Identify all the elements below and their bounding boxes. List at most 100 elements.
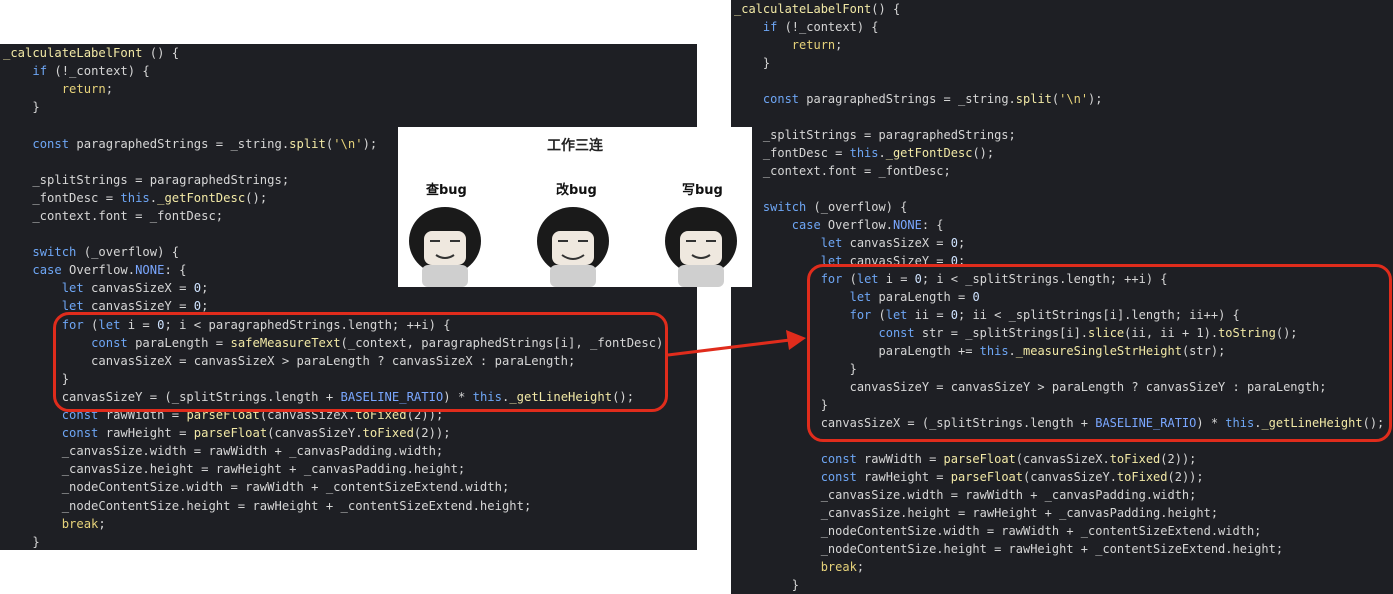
code-line: _canvasSize.width = rawWidth + _canvasPa… xyxy=(734,486,1197,504)
code-token: _nodeContentSize.width = rawWidth + _con… xyxy=(734,524,1262,538)
code-token: } xyxy=(734,578,800,592)
code-token: const xyxy=(61,426,99,441)
code-token: rawHeight = xyxy=(856,470,951,484)
code-token: 0 xyxy=(950,236,958,250)
code-line: _nodeContentSize.width = rawWidth + _con… xyxy=(734,522,1262,540)
code-token: (); xyxy=(245,190,268,205)
code-token: '\n' xyxy=(333,136,363,151)
code-token: _canvasSize.width = rawWidth + _canvasPa… xyxy=(3,444,444,459)
meme-label-check: 查bug xyxy=(426,183,467,198)
code-token: ; xyxy=(98,516,106,531)
code-line: switch (_overflow) { xyxy=(734,198,908,216)
code-token: case xyxy=(32,263,62,278)
code-token: ; xyxy=(835,38,843,52)
code-token: . xyxy=(878,146,886,160)
code-token: case xyxy=(791,218,821,232)
code-token: _getFontDesc xyxy=(885,146,973,160)
code-token: (2)); xyxy=(1167,470,1204,484)
code-line: const rawWidth = parseFloat(canvasSizeX.… xyxy=(734,450,1197,468)
code-line: _canvasSize.width = rawWidth + _canvasPa… xyxy=(3,442,444,460)
code-token: _calculateLabelFont xyxy=(3,46,143,60)
code-token: ); xyxy=(362,136,378,151)
code-token: : { xyxy=(921,218,944,232)
code-token: parseFloat xyxy=(950,470,1023,484)
code-token: () { xyxy=(871,2,901,16)
code-line: _fontDesc = this._getFontDesc(); xyxy=(3,189,267,207)
code-token: ); xyxy=(1088,92,1103,106)
code-token: (!_context) { xyxy=(47,64,150,79)
code-token: const xyxy=(820,470,857,484)
code-token: } xyxy=(3,534,40,549)
code-line: return; xyxy=(734,36,843,54)
code-line: _calculateLabelFont() { xyxy=(734,0,900,18)
code-line: return; xyxy=(3,80,113,98)
code-token: _context.font = _fontDesc; xyxy=(734,164,951,178)
code-token: paragraphedStrings = _string. xyxy=(799,92,1016,106)
code-token: (2)); xyxy=(413,426,451,441)
code-token: (_overflow) { xyxy=(806,200,908,214)
code-line: } xyxy=(3,98,40,116)
code-token: ; xyxy=(856,560,865,574)
code-token: } xyxy=(3,100,40,115)
right-highlight-box xyxy=(807,264,1392,442)
code-token: . xyxy=(149,190,158,205)
code-line: let canvasSizeX = 0; xyxy=(3,279,209,297)
code-token: _splitStrings = paragraphedStrings; xyxy=(734,128,1016,142)
code-token: return xyxy=(791,38,836,52)
code-line: _context.font = _fontDesc; xyxy=(3,207,223,225)
meme-face-icon xyxy=(537,207,609,287)
code-token: parseFloat xyxy=(193,426,268,441)
code-token: canvasSizeX = xyxy=(842,236,951,250)
code-line: _canvasSize.height = rawHeight + _canvas… xyxy=(734,504,1218,522)
code-line: case Overflow.NONE: { xyxy=(3,261,186,279)
left-code-block: _calculateLabelFont () { if (!_context) … xyxy=(0,44,697,550)
code-token: _context.font = _fontDesc; xyxy=(3,208,224,223)
code-token: (_overflow) { xyxy=(76,245,180,260)
code-token: Overflow. xyxy=(820,218,893,232)
code-token: parseFloat xyxy=(943,452,1016,466)
code-line: _context.font = _fontDesc; xyxy=(734,162,951,180)
left-code-panel: _calculateLabelFont () { if (!_context) … xyxy=(0,44,697,550)
code-line: _nodeContentSize.height = rawHeight + _c… xyxy=(734,540,1283,558)
code-line: const paragraphedStrings = _string.split… xyxy=(3,135,377,153)
code-token: ; xyxy=(105,82,114,97)
code-token: break xyxy=(61,516,99,531)
meme-face-icon xyxy=(409,207,481,287)
code-token: canvasSizeX = xyxy=(83,281,194,296)
code-token: if xyxy=(32,64,48,79)
code-line: const rawHeight = parseFloat(canvasSizeY… xyxy=(3,424,451,442)
code-token: (2)); xyxy=(1160,452,1197,466)
code-line: _fontDesc = this._getFontDesc(); xyxy=(734,144,994,162)
code-token: _getFontDesc xyxy=(157,190,246,205)
code-token: _nodeContentSize.height = rawHeight + _c… xyxy=(734,542,1284,556)
code-token: _nodeContentSize.width = rawWidth + _con… xyxy=(3,480,510,495)
meme-label-write: 写bug xyxy=(682,183,723,198)
code-line: _canvasSize.height = rawHeight + _canvas… xyxy=(3,460,466,478)
code-token: split xyxy=(1015,92,1052,106)
code-token: return xyxy=(61,82,106,97)
code-line: const rawHeight = parseFloat(canvasSizeY… xyxy=(734,468,1204,486)
code-token: : { xyxy=(164,263,187,278)
code-token: switch xyxy=(762,200,807,214)
code-token: this xyxy=(849,146,879,160)
code-token: switch xyxy=(32,245,77,260)
code-line: } xyxy=(3,533,40,550)
code-token: ; xyxy=(201,281,209,296)
code-token: let xyxy=(820,236,843,250)
code-token: toFixed xyxy=(362,426,414,441)
code-token: split xyxy=(289,136,326,151)
code-token: NONE xyxy=(892,218,922,232)
